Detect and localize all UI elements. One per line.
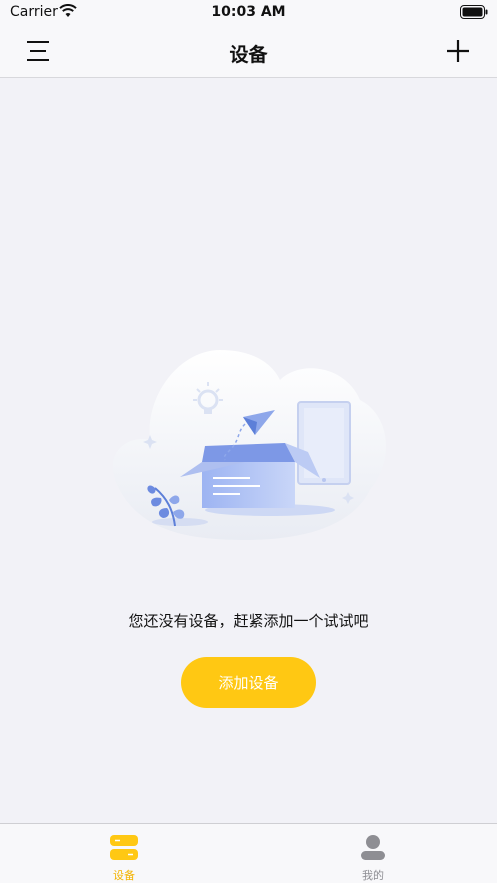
navigation-bar: 设备 — [0, 26, 497, 78]
menu-icon[interactable] — [26, 39, 50, 63]
page-title: 设备 — [229, 44, 268, 66]
tab-mine-label: 我的 — [362, 869, 384, 882]
device-stack-icon — [110, 835, 138, 860]
add-device-button[interactable]: 添加设备 — [181, 657, 316, 708]
status-bar: Carrier 10:03 AM — [0, 0, 497, 26]
empty-state-message: 您还没有设备，赶紧添加一个试试吧 — [128, 612, 369, 630]
plus-icon[interactable] — [446, 39, 470, 63]
empty-box-illustration — [112, 350, 387, 540]
tab-mine[interactable]: 我的 — [249, 824, 497, 883]
person-icon — [361, 835, 385, 860]
tab-devices[interactable]: 设备 — [0, 824, 248, 883]
battery-icon — [460, 5, 488, 19]
status-time: 10:03 AM — [211, 4, 286, 20]
tab-devices-label: 设备 — [113, 869, 135, 882]
tab-bar: 设备 我的 — [0, 823, 497, 883]
